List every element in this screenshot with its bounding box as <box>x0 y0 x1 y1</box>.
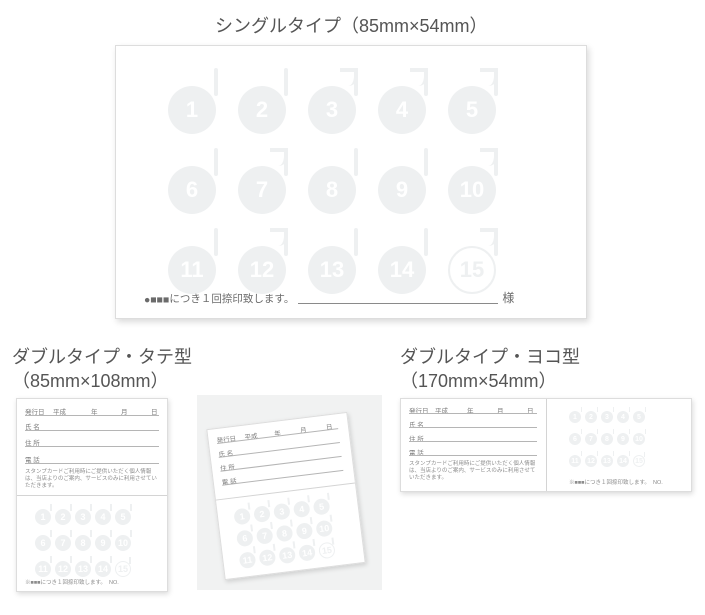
mini-stamp-10: 10 <box>115 535 131 551</box>
fold-crease-2 <box>216 483 355 501</box>
fold-s3: 3 <box>273 503 291 521</box>
fold-s15: 15 <box>318 542 336 560</box>
fold-crease-vertical <box>546 399 547 491</box>
privacy-note: スタンプカードご利用時にご提供いただく個人情報は、当店よりのご案内、サービスのみ… <box>25 469 159 490</box>
mini-stamp-1: 1 <box>35 509 51 525</box>
h-s1: 1 <box>569 411 581 423</box>
mini-stamp-6: 6 <box>35 535 51 551</box>
fold-s12: 12 <box>258 549 276 567</box>
fold-s2: 2 <box>253 505 271 523</box>
h-s13: 13 <box>601 455 613 467</box>
h-privacy: スタンプカードご利用時にご提供いただく個人情報は、当店よりのご案内、サービスのみ… <box>409 461 539 482</box>
heading-dv-line1: ダブルタイプ・タテ型 <box>12 347 192 367</box>
stamp-note-prefix: ●■■■ <box>144 294 169 306</box>
bottom-note-h: ※■■■につき１回捺印致します。 NO. <box>569 480 663 487</box>
heading-double-horizontal: ダブルタイプ・ヨコ型 （170mm×54mm） <box>400 345 580 394</box>
stamp-2: 2 <box>238 86 286 134</box>
h-s9: 9 <box>617 433 629 445</box>
h-s3: 3 <box>601 411 613 423</box>
stamp-note-text: につき１回捺印致します。 <box>169 291 294 306</box>
stamp-15: 15 <box>448 246 496 294</box>
stamp-9: 9 <box>378 166 426 214</box>
h-s12: 12 <box>585 455 597 467</box>
stamp-1: 1 <box>168 86 216 134</box>
card-double-horizontal: 発行日 平成 年 月 日 氏 名 住 所 電 話 スタンプカードご利用時にご提供… <box>400 398 692 492</box>
h-s8: 8 <box>601 433 613 445</box>
h-s11: 11 <box>569 455 581 467</box>
sama-suffix: 様 <box>502 289 514 306</box>
h-s4: 4 <box>617 411 629 423</box>
fold-s4: 4 <box>293 500 311 518</box>
heading-dh-line1: ダブルタイプ・ヨコ型 <box>400 347 580 367</box>
h-s7: 7 <box>585 433 597 445</box>
h-s14: 14 <box>617 455 629 467</box>
h-s2: 2 <box>585 411 597 423</box>
heading-dv-line2: （85mm×108mm） <box>12 371 169 391</box>
fold-s9: 9 <box>295 522 313 540</box>
mini-stamp-2: 2 <box>55 509 71 525</box>
fold-s8: 8 <box>276 525 294 543</box>
mini-stamp-13: 13 <box>75 561 91 577</box>
mini-stamp-4: 4 <box>95 509 111 525</box>
fold-s1: 1 <box>233 508 251 526</box>
fold-s10: 10 <box>315 520 333 538</box>
stamp-11: 11 <box>168 246 216 294</box>
mini-stamp-11: 11 <box>35 561 51 577</box>
stamp-7: 7 <box>238 166 286 214</box>
card-single-footer: ●■■■ につき１回捺印致します。 様 <box>144 289 514 306</box>
stage: シングルタイプ（85mm×54mm） 1 2 3 4 5 6 7 8 9 10 … <box>0 0 705 615</box>
h-s5: 5 <box>633 411 645 423</box>
fold-crease <box>17 495 167 496</box>
stamp-8: 8 <box>308 166 356 214</box>
card-single: 1 2 3 4 5 6 7 8 9 10 11 12 13 14 15 ●■■■… <box>115 45 587 319</box>
card-double-vertical-folded: 発行日 平成 年 月 日 氏 名 住 所 電 話 1 2 3 4 5 6 7 8… <box>206 412 365 580</box>
stamp-14: 14 <box>378 246 426 294</box>
signature-line <box>298 303 498 304</box>
stamp-13: 13 <box>308 246 356 294</box>
heading-single-type: シングルタイプ（85mm×54mm） <box>215 12 488 38</box>
mini-stamp-15: 15 <box>115 561 131 577</box>
stamp-10: 10 <box>448 166 496 214</box>
stamp-5: 5 <box>448 86 496 134</box>
mini-stamp-14: 14 <box>95 561 111 577</box>
mini-stamp-9: 9 <box>95 535 111 551</box>
heading-dh-line2: （170mm×54mm） <box>400 371 557 391</box>
mini-stamp-12: 12 <box>55 561 71 577</box>
fold-s14: 14 <box>298 544 316 562</box>
stamp-4: 4 <box>378 86 426 134</box>
heading-double-vertical: ダブルタイプ・タテ型 （85mm×108mm） <box>12 345 192 394</box>
stamp-3: 3 <box>308 86 356 134</box>
mini-stamp-3: 3 <box>75 509 91 525</box>
stamp-12: 12 <box>238 246 286 294</box>
h-s6: 6 <box>569 433 581 445</box>
mini-stamp-8: 8 <box>75 535 91 551</box>
fold-s5: 5 <box>313 498 331 516</box>
fold-s13: 13 <box>278 546 296 564</box>
mini-stamp-5: 5 <box>115 509 131 525</box>
stamp-6: 6 <box>168 166 216 214</box>
fold-s6: 6 <box>236 529 254 547</box>
h-s15: 15 <box>633 455 645 467</box>
h-s10: 10 <box>633 433 645 445</box>
fold-s7: 7 <box>256 527 274 545</box>
fold-s11: 11 <box>239 551 257 569</box>
mini-stamp-7: 7 <box>55 535 71 551</box>
bottom-note-v: ※■■■につき１回捺印致します。 NO. <box>25 580 119 587</box>
card-double-vertical: 発行日 平成 年 月 日 氏 名 住 所 電 話 スタンプカードご利用時にご提供… <box>16 398 168 592</box>
